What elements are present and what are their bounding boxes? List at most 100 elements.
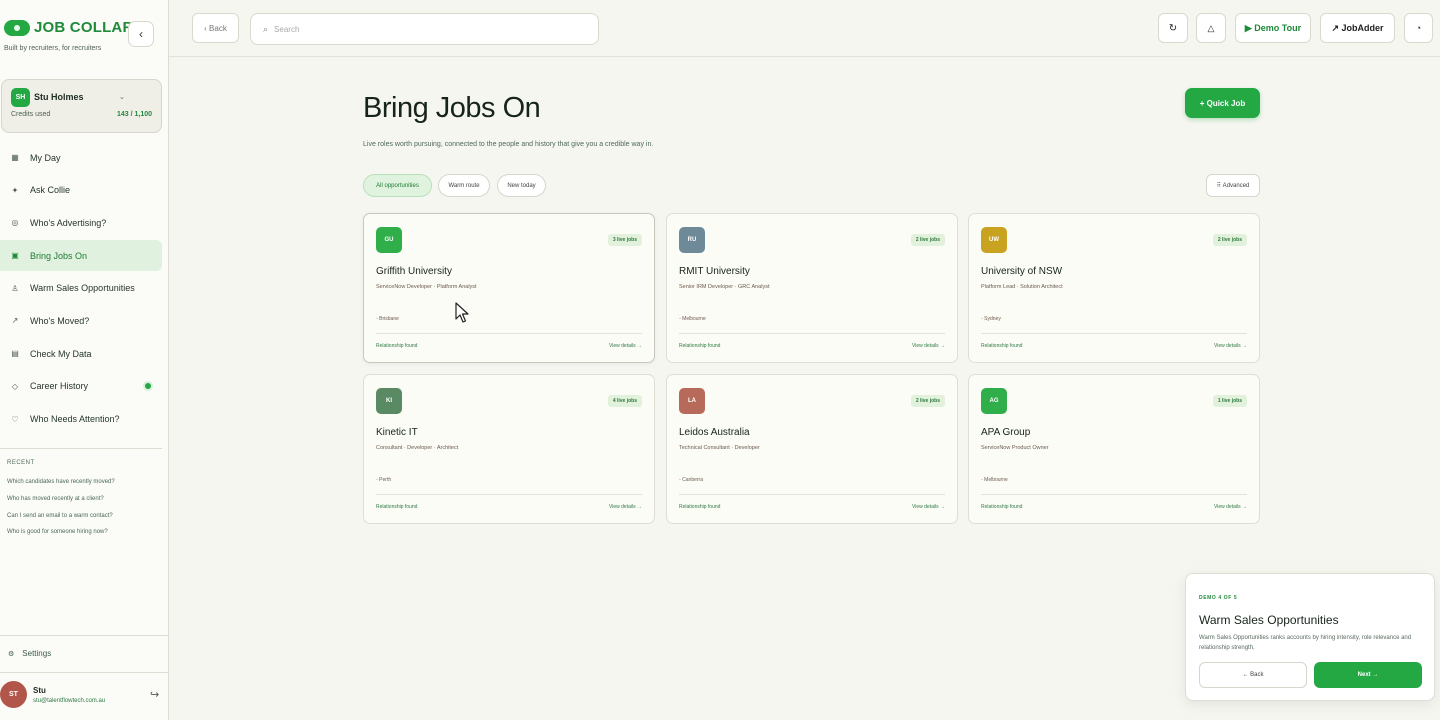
demo-next-button[interactable]: Next →	[1314, 662, 1422, 688]
job-location: ◦ Melbourne	[981, 477, 1008, 483]
demo-back-button[interactable]: ← Back	[1199, 662, 1307, 688]
opportunity-card[interactable]: UW 2 live jobs University of NSW Platform L…	[968, 213, 1260, 363]
topbar: ‹ Back ⌕ ↻ △ ▶ Demo Tour ↗ JobAdder ◔	[169, 0, 1440, 57]
brand-logo: JOB COLLAR	[4, 19, 134, 36]
view-details-link[interactable]: View details →	[609, 504, 642, 510]
filter-new-today[interactable]: New today	[497, 174, 546, 197]
company-logo: AG	[981, 388, 1007, 414]
chevron-down-icon: ⌄	[119, 94, 125, 101]
account-switcher[interactable]: SH Stu Holmes ⌄ Credits used 143 / 1,100	[1, 79, 162, 133]
avatar: ST	[0, 681, 27, 708]
jobadder-button[interactable]: ↗ JobAdder	[1320, 13, 1395, 43]
sidebar-item-check-my-data[interactable]: ▤ Check My Data	[0, 338, 162, 369]
sidebar-item-ask-collie[interactable]: ✦ Ask Collie	[0, 175, 162, 206]
job-roles: Consultant · Developer · Architect	[376, 445, 459, 451]
recent-item[interactable]: Who has moved recently at a client?	[7, 496, 115, 513]
chevron-left-icon: ‹	[139, 27, 143, 41]
advanced-filter-button[interactable]: ⠿ Advanced	[1206, 174, 1260, 197]
quick-job-button[interactable]: + Quick Job	[1185, 88, 1260, 118]
diamond-icon: ◇	[11, 381, 19, 391]
search-input[interactable]	[274, 24, 575, 34]
view-details-link[interactable]: View details →	[1214, 504, 1247, 510]
footer-user-name: Stu	[33, 686, 46, 695]
status-dot	[145, 382, 151, 389]
sidebar-item-label: My Day	[30, 152, 61, 163]
sidebar-item-who-s-advertising[interactable]: ◎ Who's Advertising?	[0, 207, 162, 238]
job-roles: Technical Consultant · Developer	[679, 445, 760, 451]
company-logo: KI	[376, 388, 402, 414]
settings-link[interactable]: ⚙ Settings	[8, 649, 51, 658]
brand-tagline: Built by recruiters, for recruiters	[4, 45, 102, 52]
notifications-button[interactable]: △	[1196, 13, 1226, 43]
company-logo: GU	[376, 227, 402, 253]
calendar-icon: ▦	[11, 153, 19, 162]
half-circle-icon: ◔	[1415, 23, 1422, 33]
divider	[376, 494, 642, 495]
company-name: Griffith University	[376, 266, 452, 277]
relationship-status: Relationship found	[679, 343, 721, 349]
view-details-link[interactable]: View details →	[1214, 343, 1247, 349]
job-roles: Senior IRM Developer · GRC Analyst	[679, 284, 770, 290]
divider	[0, 635, 169, 636]
recent-item[interactable]: Can I send an email to a warm contact?	[7, 513, 115, 530]
opportunity-card[interactable]: GU 3 live jobs Griffith University ServiceN…	[363, 213, 655, 363]
opportunity-card[interactable]: KI 4 live jobs Kinetic IT Consultant · Deve…	[363, 374, 655, 524]
theme-toggle-button[interactable]: ◔	[1404, 13, 1433, 43]
relationship-status: Relationship found	[376, 343, 418, 349]
opportunity-card[interactable]: LA 2 live jobs Leidos Australia Technical C…	[666, 374, 958, 524]
recent-item[interactable]: Who is good for someone hiring now?	[7, 529, 115, 546]
page-subtitle: Live roles worth pursuing, connected to …	[363, 141, 654, 148]
sidebar-item-who-s-moved[interactable]: ↗ Who's Moved?	[0, 305, 162, 336]
demo-tour-popup: DEMO 4 OF 5 Warm Sales Opportunities War…	[1185, 573, 1435, 701]
heart-icon: ♡	[11, 414, 19, 424]
mouse-cursor-icon	[455, 302, 469, 323]
job-roles: ServiceNow Developer · Platform Analyst	[376, 284, 477, 290]
refresh-icon: ↻	[1168, 22, 1178, 34]
refresh-button[interactable]: ↻	[1158, 13, 1188, 43]
arrow-icon: ↗	[11, 316, 19, 326]
database-icon: ▤	[11, 349, 19, 359]
view-details-link[interactable]: View details →	[609, 343, 642, 349]
sidebar-item-label: Bring Jobs On	[30, 250, 88, 261]
sidebar-item-label: Who's Advertising?	[30, 217, 107, 228]
divider	[0, 672, 169, 673]
brand-name: JOB COLLAR	[34, 19, 134, 36]
gear-icon: ⚙	[8, 650, 15, 658]
briefcase-icon: ▣	[11, 251, 19, 261]
page-title: Bring Jobs On	[363, 92, 541, 124]
opportunity-card[interactable]: AG 1 live jobs APA Group ServiceNow Product…	[968, 374, 1260, 524]
logo-icon	[4, 19, 30, 36]
live-jobs-badge: 2 live jobs	[910, 395, 945, 407]
collapse-sidebar-button[interactable]: ‹	[128, 21, 154, 47]
footer-user-email: stu@talentflowtech.com.au	[33, 698, 106, 704]
sidebar-item-warm-sales-opportunities[interactable]: ♙ Warm Sales Opportunities	[0, 273, 162, 304]
demo-title: Warm Sales Opportunities	[1199, 613, 1339, 627]
opportunity-card[interactable]: RU 2 live jobs RMIT University Senior IRM D…	[666, 213, 958, 363]
bell-icon: △	[1207, 22, 1215, 33]
sidebar-item-who-needs-attention[interactable]: ♡ Who Needs Attention?	[0, 404, 162, 435]
company-name: University of NSW	[981, 266, 1063, 277]
logout-icon[interactable]: ↪	[150, 688, 159, 701]
credits-value: 143 / 1,100	[116, 111, 152, 118]
view-details-link[interactable]: View details →	[912, 343, 945, 349]
job-location: ◦ Sydney	[981, 316, 1001, 322]
demo-tour-button[interactable]: ▶ Demo Tour	[1235, 13, 1311, 43]
recent-item[interactable]: Which candidates have recently moved?	[7, 479, 115, 496]
live-jobs-badge: 3 live jobs	[607, 234, 642, 246]
view-details-link[interactable]: View details →	[912, 504, 945, 510]
sidebar-item-label: Who's Moved?	[30, 315, 90, 326]
filter-all-opportunities[interactable]: All opportunities	[363, 174, 432, 197]
back-button[interactable]: ‹ Back	[192, 13, 239, 43]
company-logo: UW	[981, 227, 1007, 253]
search-bar[interactable]: ⌕	[250, 13, 599, 45]
sidebar-item-bring-jobs-on[interactable]: ▣ Bring Jobs On	[0, 240, 162, 272]
demo-step: DEMO 4 OF 5	[1199, 595, 1238, 601]
relationship-status: Relationship found	[376, 504, 418, 510]
sidebar-item-career-history[interactable]: ◇ Career History	[0, 371, 162, 402]
sidebar-item-my-day[interactable]: ▦ My Day	[0, 142, 162, 173]
divider	[0, 448, 162, 449]
divider	[981, 494, 1247, 495]
sidebar-nav: ▦ My Day ✦ Ask Collie ◎ Who's Advertising? ▣ Br…	[0, 142, 162, 436]
divider	[679, 494, 945, 495]
filter-warm-route[interactable]: Warm route	[438, 174, 490, 197]
